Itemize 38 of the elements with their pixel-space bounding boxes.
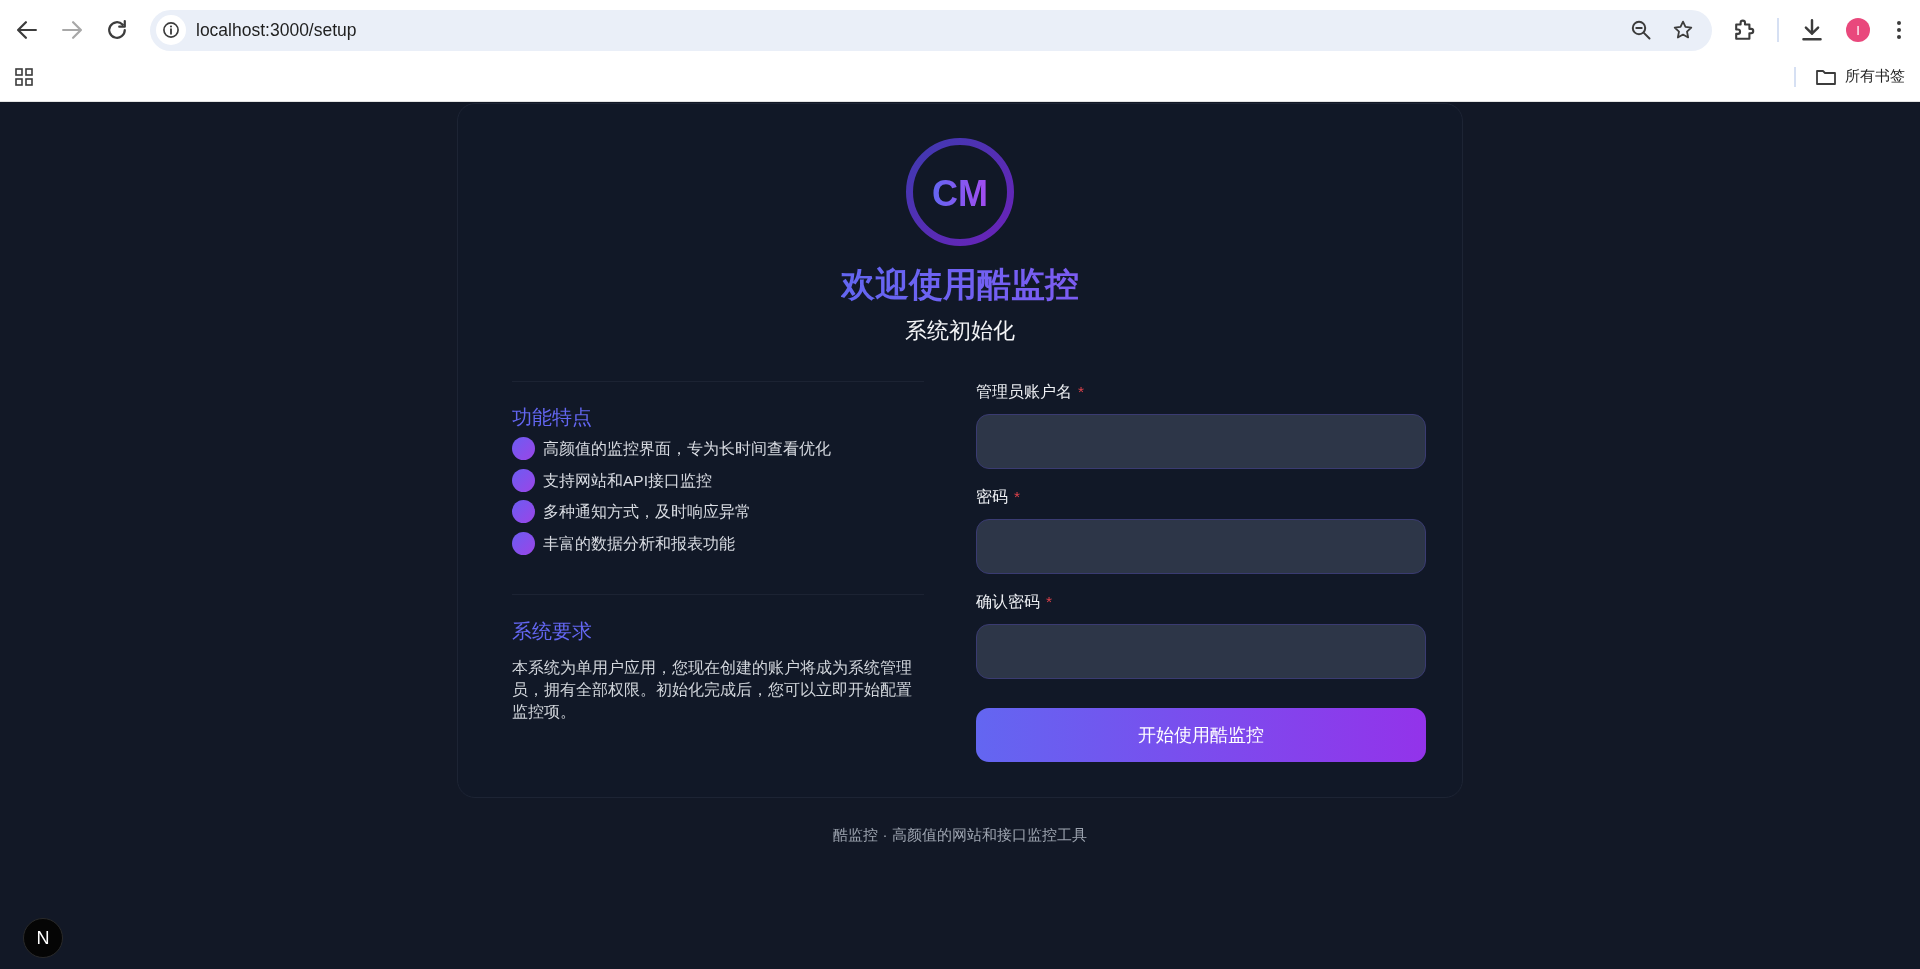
required-mark: * — [1078, 382, 1085, 402]
requirements-heading: 系统要求 — [512, 618, 593, 644]
feature-text: 丰富的数据分析和报表功能 — [543, 533, 735, 554]
bullet-dot-icon — [512, 500, 535, 523]
puzzle-piece-icon[interactable] — [1734, 19, 1756, 41]
feature-text: 高颜值的监控界面，专为长时间查看优化 — [543, 439, 831, 459]
url-text: localhost:3000/setup — [196, 19, 357, 41]
apps-grid-icon[interactable] — [15, 67, 33, 86]
folder-icon — [1816, 68, 1836, 85]
required-mark: * — [1046, 592, 1053, 612]
site-info-icon[interactable] — [156, 15, 186, 45]
address-field[interactable]: localhost:3000/setup — [150, 9, 1712, 51]
field-label: 确认密码 — [976, 592, 1040, 612]
feature-text: 多种通知方式，及时响应异常 — [543, 502, 751, 522]
reload-icon[interactable] — [107, 20, 127, 40]
field-label: 密码 — [976, 487, 1008, 507]
zoom-out-icon[interactable] — [1631, 20, 1651, 40]
feature-text: 支持网站和API接口监控 — [543, 470, 712, 491]
requirements-text: 本系统为单用户应用，您现在创建的账户将成为系统管理员，拥有全部权限。初始化完成后，您可以立即开始配置监控项。 — [512, 657, 913, 722]
bullet-dot-icon — [512, 468, 535, 492]
input-field[interactable] — [976, 624, 1426, 679]
star-icon[interactable] — [1673, 20, 1693, 40]
required-mark: * — [1014, 487, 1021, 507]
page-subtitle: 系统初始化 — [905, 317, 1015, 345]
back-arrow-icon[interactable] — [17, 20, 37, 40]
bullet-dot-icon — [512, 531, 535, 555]
footer-text: 酷监控 · 高颜值的网站和接口监控工具 — [833, 825, 1087, 845]
input-field[interactable] — [976, 519, 1426, 574]
more-menu-icon[interactable] — [1896, 20, 1902, 40]
profile-avatar-button[interactable]: I — [1846, 18, 1870, 42]
logo: CM — [906, 138, 1014, 246]
bullet-dot-icon — [512, 437, 535, 460]
submit-button[interactable]: 开始使用酷监控 — [976, 708, 1426, 762]
download-icon[interactable] — [1801, 19, 1823, 41]
field-label: 管理员账户名 — [976, 382, 1072, 402]
input-field[interactable] — [976, 414, 1426, 469]
features-heading: 功能特点 — [512, 405, 593, 430]
bookmark-folder-button[interactable]: 所有书签 — [1816, 67, 1905, 86]
